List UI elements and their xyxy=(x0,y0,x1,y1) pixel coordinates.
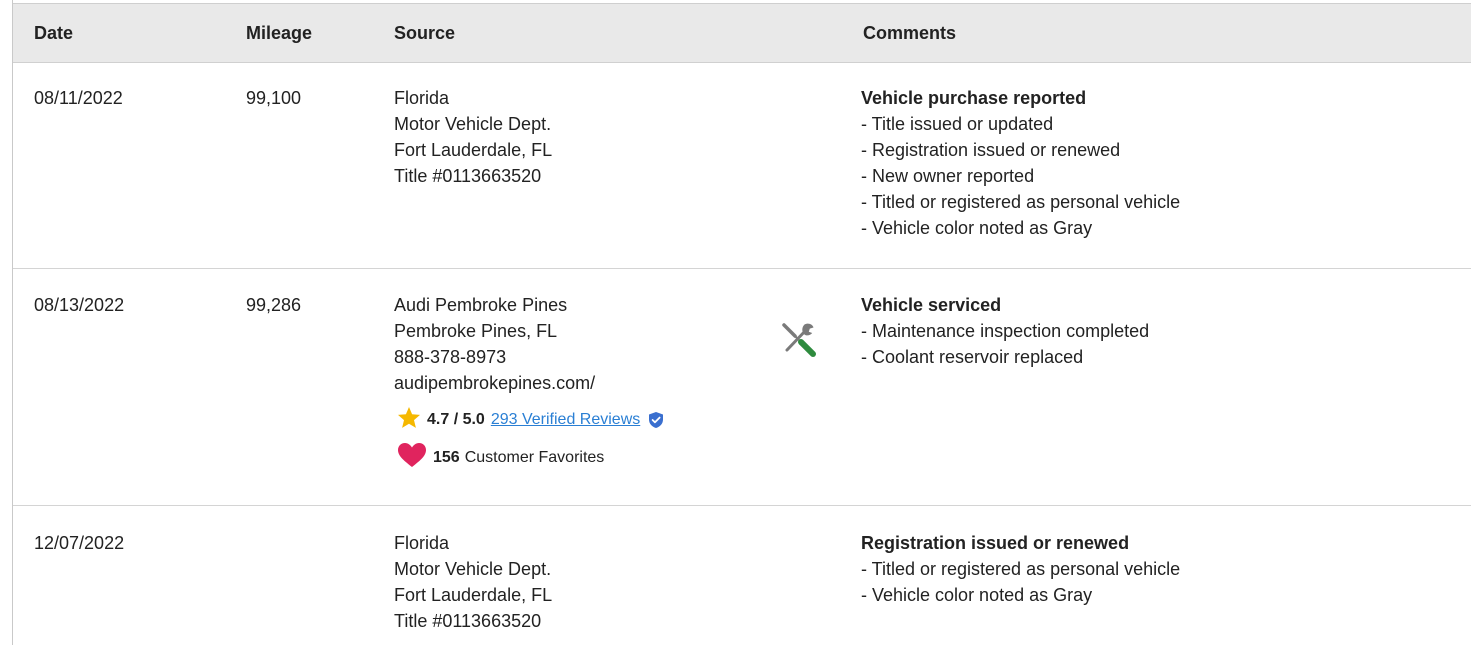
source-line: Florida xyxy=(394,88,450,108)
row-source: Florida Motor Vehicle Dept. Fort Lauderd… xyxy=(394,85,552,189)
source-line: Audi Pembroke Pines xyxy=(394,295,568,315)
row-source: Audi Pembroke Pines Pembroke Pines, FL 8… xyxy=(394,292,595,396)
customer-favorites: 156 Customer Favorites xyxy=(397,442,604,473)
comment-title: Registration issued or renewed xyxy=(861,533,1130,553)
comment-item: New owner reported xyxy=(861,163,1180,189)
row-mileage: 99,100 xyxy=(246,88,302,108)
favorites-count: 156 xyxy=(433,448,460,466)
rating-score: 4.7 / 5.0 xyxy=(427,411,485,428)
source-line: Title #0113663520 xyxy=(394,166,542,186)
table-row: 08/13/2022 99,286 Audi Pembroke Pines Pe… xyxy=(13,292,1471,504)
row-comments: Registration issued or renewed Titled or… xyxy=(861,530,1180,608)
comment-title: Vehicle purchase reported xyxy=(861,88,1087,108)
comment-item: Titled or registered as personal vehicle xyxy=(861,556,1181,582)
row-divider xyxy=(13,505,1471,506)
comment-item: Titled or registered as personal vehicle xyxy=(861,189,1181,215)
comment-item: Maintenance inspection completed xyxy=(861,318,1149,344)
source-line: Motor Vehicle Dept. xyxy=(394,114,552,134)
comment-item: Title issued or updated xyxy=(861,111,1180,137)
source-line: Florida xyxy=(394,533,450,553)
table-row: 12/07/2022 Florida Motor Vehicle Dept. F… xyxy=(13,530,1471,645)
service-tools-icon xyxy=(778,320,818,365)
favorites-label: Customer Favorites xyxy=(464,448,605,466)
source-line: Title #0113663520 xyxy=(394,611,542,631)
comment-item: Registration issued or renewed xyxy=(861,137,1180,163)
source-line: Pembroke Pines, FL xyxy=(394,321,558,341)
verified-shield-icon xyxy=(648,411,664,429)
row-date: 08/11/2022 xyxy=(34,88,123,108)
row-mileage: 99,286 xyxy=(246,295,302,315)
row-comments: Vehicle purchase reported Title issued o… xyxy=(861,85,1180,241)
source-line: Fort Lauderdale, FL xyxy=(394,140,553,160)
comment-title: Vehicle serviced xyxy=(861,295,1002,315)
header-date: Date xyxy=(34,23,74,43)
comment-item: Coolant reservoir replaced xyxy=(861,344,1149,370)
row-divider xyxy=(13,268,1471,269)
row-date: 08/13/2022 xyxy=(34,295,125,315)
header-mileage: Mileage xyxy=(246,23,313,43)
comment-item: Vehicle color noted as Gray xyxy=(861,215,1180,241)
source-line: 888-378-8973 xyxy=(394,347,507,367)
row-source: Florida Motor Vehicle Dept. Fort Lauderd… xyxy=(394,530,552,634)
source-line: Motor Vehicle Dept. xyxy=(394,559,552,579)
source-line: Fort Lauderdale, FL xyxy=(394,585,553,605)
comment-item: Vehicle color noted as Gray xyxy=(861,582,1180,608)
table-header: Date Mileage Source Comments xyxy=(13,3,1471,63)
row-comments: Vehicle serviced Maintenance inspection … xyxy=(861,292,1149,370)
source-line: audipembrokepines.com/ xyxy=(394,373,596,393)
heart-icon xyxy=(397,442,427,473)
table-row: 08/11/2022 99,100 Florida Motor Vehicle … xyxy=(13,85,1471,268)
header-comments: Comments xyxy=(863,23,957,43)
vehicle-history-table: Date Mileage Source Comments 08/11/2022 … xyxy=(0,0,1471,645)
row-date: 12/07/2022 xyxy=(34,533,125,553)
star-icon xyxy=(397,406,421,434)
dealer-rating: 4.7 / 5.0 293 Verified Reviews xyxy=(397,406,664,434)
header-source: Source xyxy=(394,23,456,43)
verified-reviews-link[interactable]: 293 Verified Reviews xyxy=(491,411,640,429)
